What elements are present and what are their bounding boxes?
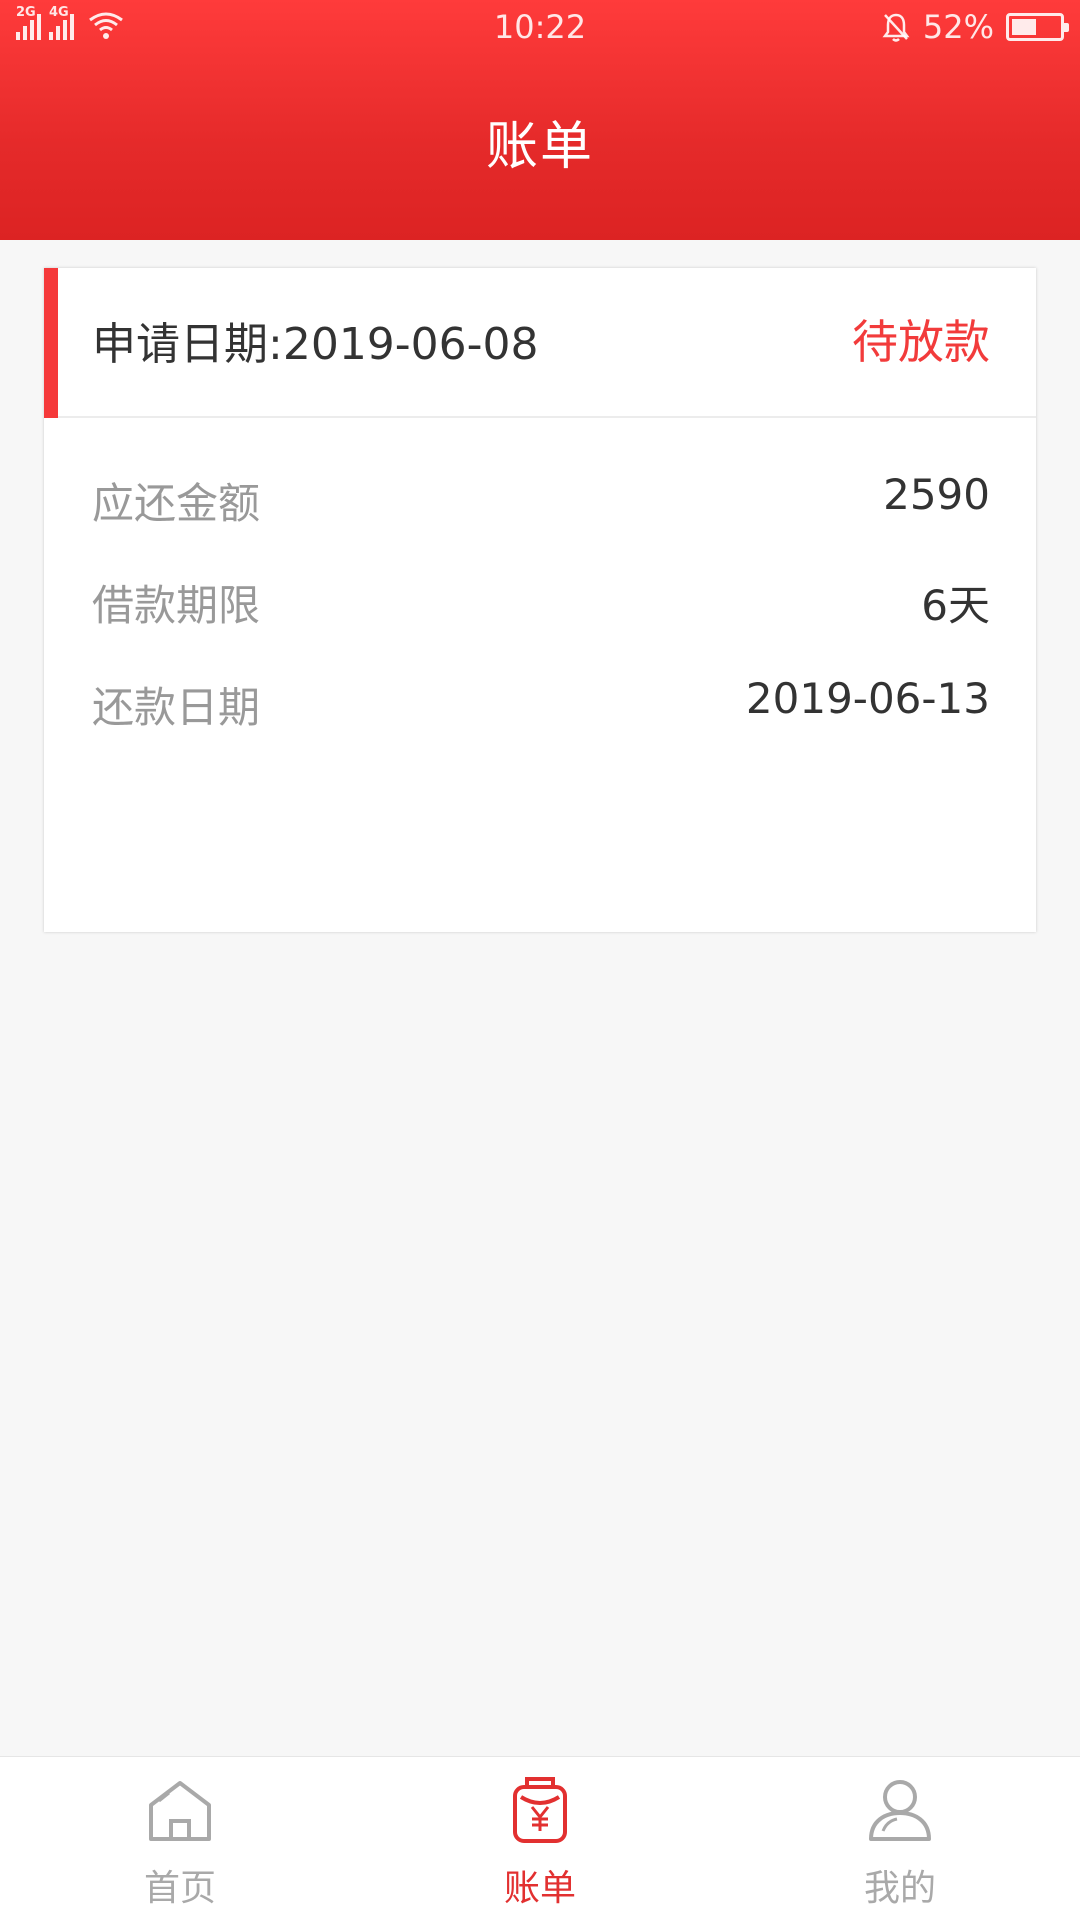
tab-label: 首页 xyxy=(143,1868,216,1909)
tab-bill[interactable]: 账单 xyxy=(360,1757,720,1920)
tab-mine[interactable]: 我的 xyxy=(720,1757,1080,1920)
battery-icon xyxy=(1006,13,1069,41)
row-repay-date: 还款日期 2019-06-13 xyxy=(92,674,990,734)
row-value: 2019-06-13 xyxy=(745,674,990,723)
row-label: 借款期限 xyxy=(92,581,261,630)
row-amount-due: 应还金额 2590 xyxy=(92,470,990,530)
tab-home[interactable]: 首页 xyxy=(0,1757,360,1920)
row-value: 2590 xyxy=(883,470,990,519)
bill-card[interactable]: 申请日期:2019-06-08 待放款 应还金额 2590 借款期限 6天 还款… xyxy=(44,268,1036,932)
home-icon xyxy=(149,1781,211,1841)
bill-card-header: 申请日期:2019-06-08 待放款 xyxy=(44,268,1036,418)
row-value: 6天 xyxy=(921,581,990,630)
bill-icon xyxy=(513,1777,567,1843)
status-bar-right: 52% xyxy=(881,8,1069,46)
tab-label: 账单 xyxy=(503,1868,576,1909)
battery-percent: 52% xyxy=(922,8,994,46)
row-loan-term: 借款期限 6天 xyxy=(92,572,990,632)
apply-date-value: 2019-06-08 xyxy=(282,319,539,370)
bell-mute-icon xyxy=(882,13,910,42)
app-header: 2G 4G 10:22 52% 账单 xyxy=(0,0,1080,240)
battery-level xyxy=(1012,19,1036,35)
bottom-tab-bar: 首页 账单 我的 xyxy=(0,1756,1080,1920)
user-icon xyxy=(869,1780,931,1841)
status-bar: 2G 4G 10:22 52% xyxy=(0,0,1080,56)
row-label: 应还金额 xyxy=(92,479,261,528)
apply-date-label: 申请日期: xyxy=(92,319,283,370)
page-title: 账单 xyxy=(485,117,594,177)
row-label: 还款日期 xyxy=(92,683,261,732)
tab-label: 我的 xyxy=(863,1868,936,1909)
loan-status: 待放款 xyxy=(852,315,990,369)
card-accent-bar xyxy=(44,268,58,418)
apply-date: 申请日期:2019-06-08 xyxy=(92,308,539,372)
